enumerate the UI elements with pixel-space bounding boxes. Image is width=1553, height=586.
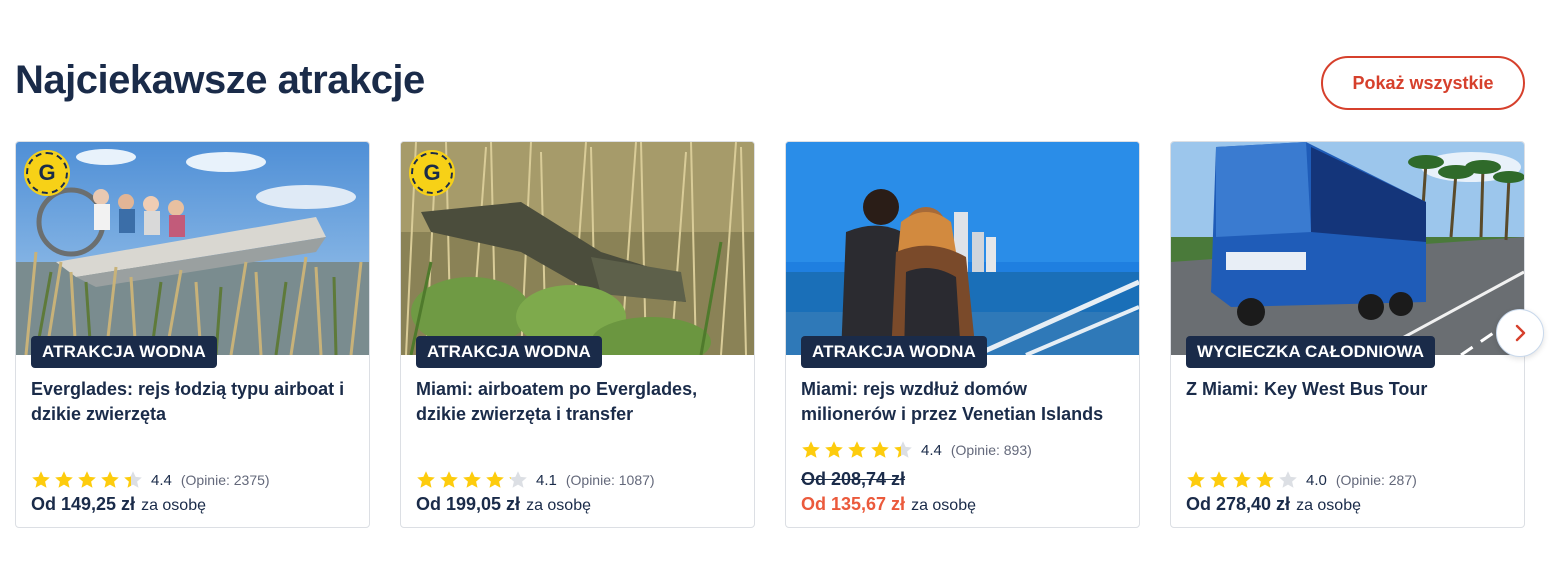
price: Od 149,25 zł: [31, 494, 136, 514]
review-count: (Opinie: 2375): [180, 472, 270, 488]
star-icon: [124, 471, 142, 488]
sale-price: Od 135,67 zł: [801, 494, 906, 514]
rating-value: 4.4: [921, 441, 942, 459]
activity-title[interactable]: Everglades: rejs łodzią typu airboat i d…: [31, 377, 356, 427]
getyourguide-original-badge-icon: G: [24, 150, 70, 196]
per-person-label: za osobę: [526, 497, 591, 514]
star-icon: [825, 441, 843, 458]
per-person-label: za osobę: [141, 497, 206, 514]
star-icon: [78, 471, 96, 488]
activity-image-airboat: [16, 142, 369, 355]
star-rating: [31, 470, 143, 490]
price: Od 199,05 zł: [416, 494, 521, 514]
rating: 4.1 (Opinie: 1087): [416, 469, 655, 491]
star-icon: [871, 441, 889, 458]
show-all-button[interactable]: Pokaż wszystkie: [1321, 56, 1525, 110]
activity-title[interactable]: Miami: airboatem po Everglades, dzikie z…: [416, 377, 741, 427]
chevron-right-icon: [1515, 324, 1526, 342]
section-title: Najciekawsze atrakcje: [15, 58, 425, 102]
star-rating: [801, 440, 913, 460]
category-tag: ATRAKCJA WODNA: [31, 336, 217, 368]
carousel-next-button[interactable]: [1496, 309, 1544, 357]
rating: 4.0 (Opinie: 287): [1186, 469, 1417, 491]
star-icon: [802, 441, 820, 458]
rating: 4.4 (Opinie: 2375): [31, 469, 270, 491]
activity-card[interactable]: G ATRAKCJA WODNA Miami: airboatem po Eve…: [400, 141, 755, 528]
star-icon: [32, 471, 50, 488]
star-rating: [416, 470, 528, 490]
rating-value: 4.0: [1306, 471, 1327, 489]
price-line: Od 278,40 zł za osobę: [1186, 494, 1361, 515]
price: Od 278,40 zł: [1186, 494, 1291, 514]
activity-card[interactable]: WYCIECZKA CAŁODNIOWA Z Miami: Key West B…: [1170, 141, 1525, 528]
activity-card[interactable]: G ATRAKCJA WODNA Everglades: rejs łodzią…: [15, 141, 370, 528]
star-icon: [1210, 471, 1228, 488]
star-icon: [1233, 471, 1251, 488]
star-icon: [417, 471, 435, 488]
price-line: Od 135,67 zł za osobę: [801, 494, 976, 515]
category-tag: ATRAKCJA WODNA: [416, 336, 602, 368]
star-icon: [1187, 471, 1205, 488]
review-count: (Opinie: 1087): [565, 472, 655, 488]
rating-value: 4.4: [151, 471, 172, 489]
activity-title[interactable]: Z Miami: Key West Bus Tour: [1186, 377, 1511, 402]
review-count: (Opinie: 893): [950, 442, 1032, 458]
category-tag: WYCIECZKA CAŁODNIOWA: [1186, 336, 1436, 368]
per-person-label: za osobę: [911, 497, 976, 514]
price-line: Od 149,25 zł za osobę: [31, 494, 206, 515]
activity-image-alligator: [401, 142, 754, 355]
rating: 4.4 (Opinie: 893): [801, 439, 1032, 461]
activity-image-boat-cruise: [786, 142, 1139, 355]
star-icon: [440, 471, 458, 488]
star-icon: [101, 471, 119, 488]
price-line: Od 199,05 zł za osobę: [416, 494, 591, 515]
category-tag: ATRAKCJA WODNA: [801, 336, 987, 368]
star-icon: [509, 471, 527, 488]
star-icon: [894, 441, 912, 458]
star-rating: [1186, 470, 1298, 490]
star-icon: [55, 471, 73, 488]
per-person-label: za osobę: [1296, 497, 1361, 514]
star-icon: [848, 441, 866, 458]
original-price: Od 208,74 zł: [801, 469, 906, 489]
activity-card[interactable]: ATRAKCJA WODNA Miami: rejs wzdłuż domów …: [785, 141, 1140, 528]
getyourguide-original-badge-icon: G: [409, 150, 455, 196]
activity-title[interactable]: Miami: rejs wzdłuż domów milionerów i pr…: [801, 377, 1126, 427]
star-icon: [1256, 471, 1274, 488]
rating-value: 4.1: [536, 471, 557, 489]
star-icon: [1279, 471, 1297, 488]
star-icon: [486, 471, 504, 488]
review-count: (Opinie: 287): [1335, 472, 1417, 488]
star-icon: [463, 471, 481, 488]
activity-image-bus: [1171, 142, 1524, 355]
